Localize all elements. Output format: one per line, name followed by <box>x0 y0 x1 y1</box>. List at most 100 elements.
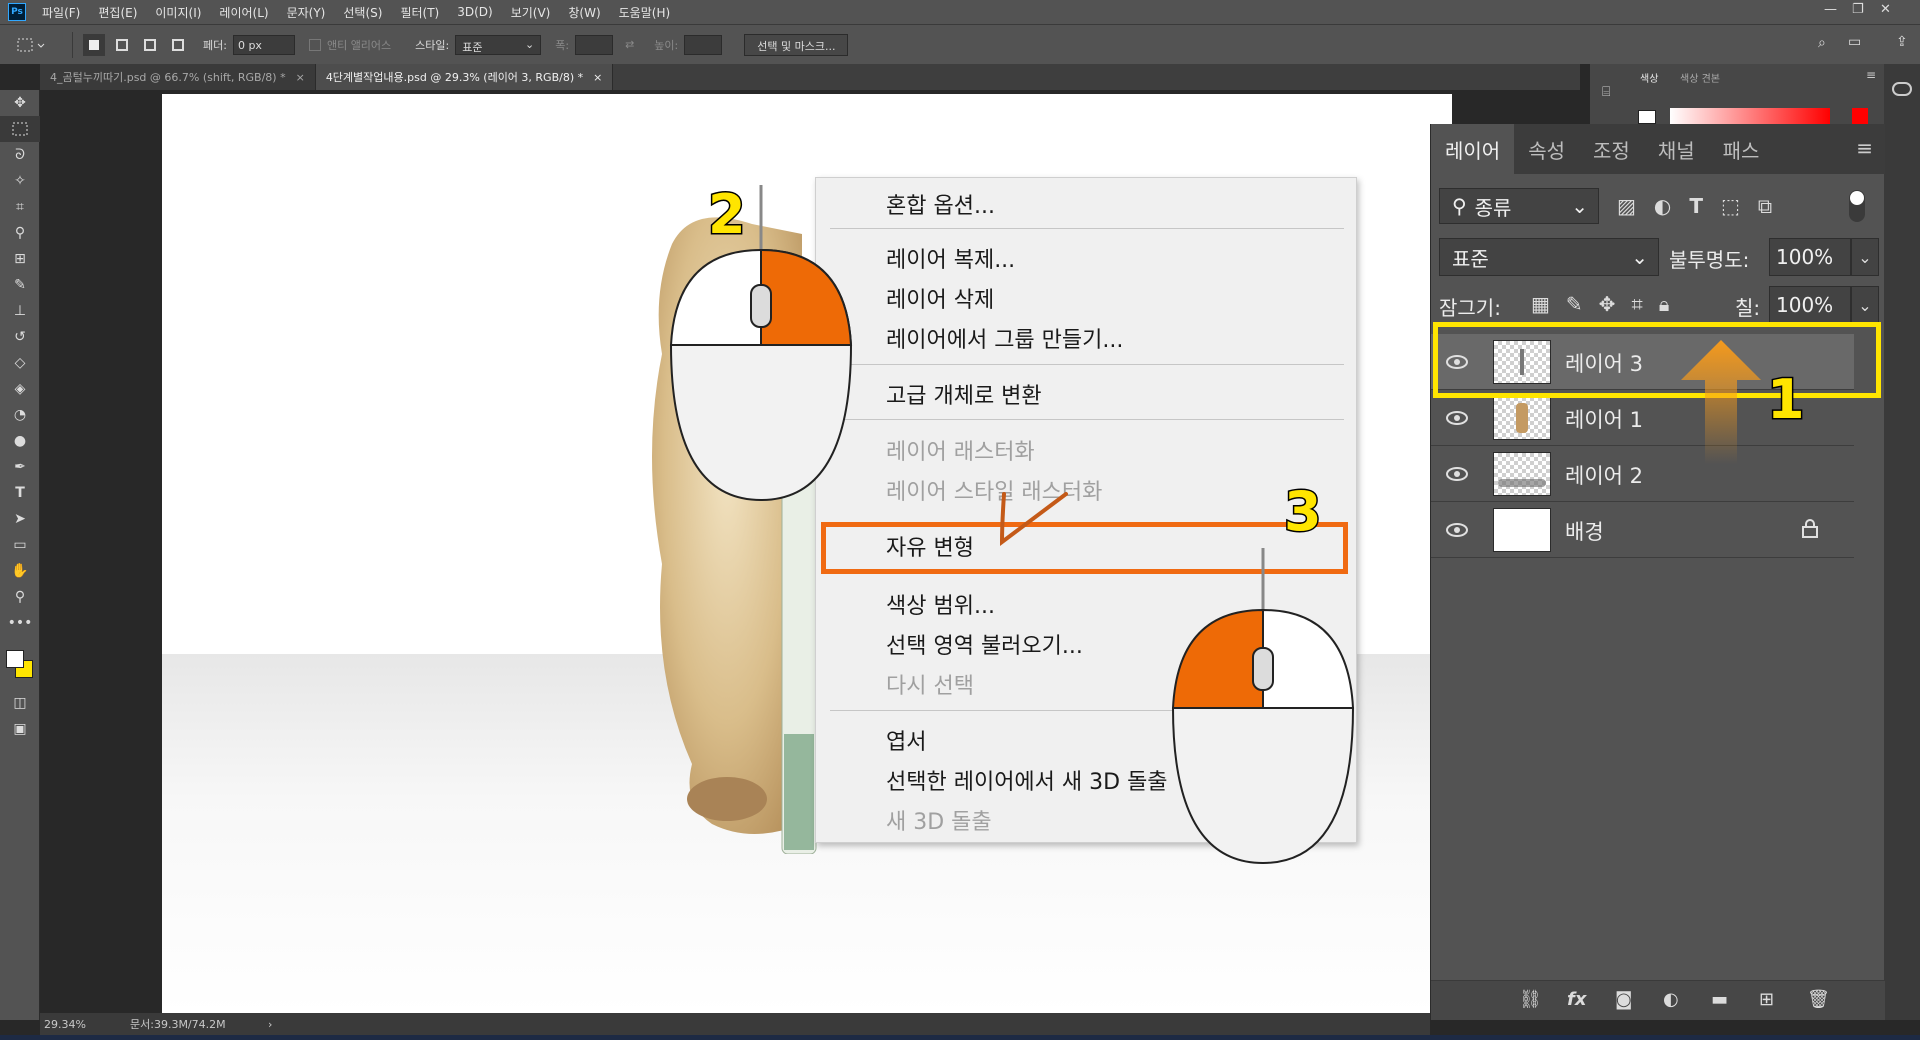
menu-item-group-from-layers[interactable]: 레이어에서 그룹 만들기... <box>886 322 1123 354</box>
intersect-selection-icon[interactable] <box>167 34 189 56</box>
minimize-icon[interactable]: — <box>1824 2 1837 17</box>
menu-type[interactable]: 문자(Y) <box>287 4 326 21</box>
menu-item-convert-smart-object[interactable]: 고급 개체로 변환 <box>886 378 1042 410</box>
visibility-eye-icon[interactable] <box>1445 463 1469 485</box>
tab-document-1[interactable]: 4_곰털누끼따기.psd @ 66.7% (shift, RGB/8) * × <box>40 64 316 90</box>
restore-icon[interactable]: ❐ <box>1852 2 1864 17</box>
menu-view[interactable]: 보기(V) <box>511 4 551 21</box>
panel-menu-icon[interactable]: ≡ <box>1856 136 1873 160</box>
menu-select[interactable]: 선택(S) <box>343 4 382 21</box>
layer-filter-select[interactable]: ⚲ 종류 ⌄ <box>1439 188 1599 224</box>
color-swatches[interactable] <box>0 636 39 690</box>
menu-file[interactable]: 파일(F) <box>42 4 80 21</box>
screen-mode-icon[interactable]: ▣ <box>0 716 40 742</box>
layer-name[interactable]: 레이어 2 <box>1565 460 1643 490</box>
share-icon[interactable]: ⇪ <box>1896 34 1908 50</box>
menu-item-postcard[interactable]: 엽서 <box>886 724 926 756</box>
marquee-tool-preset[interactable] <box>14 31 62 59</box>
filter-pixel-icon[interactable]: ▨ <box>1617 194 1636 218</box>
layer-name[interactable]: 배경 <box>1565 516 1604 546</box>
eraser-icon[interactable]: ◇ <box>0 350 40 376</box>
more-tools-icon[interactable]: ••• <box>0 610 40 636</box>
close-tab-icon[interactable]: × <box>296 71 305 84</box>
menu-3d[interactable]: 3D(D) <box>457 5 492 19</box>
lock-image-icon[interactable]: ✎ <box>1566 292 1583 316</box>
opacity-input[interactable]: 100% <box>1769 238 1851 276</box>
add-selection-icon[interactable] <box>111 34 133 56</box>
fx-icon[interactable]: fx <box>1567 989 1586 1010</box>
learn-panel-icon[interactable] <box>1892 82 1912 96</box>
width-input[interactable] <box>575 34 614 55</box>
color-ramp[interactable] <box>1670 108 1830 124</box>
menu-layer[interactable]: 레이어(L) <box>219 4 268 21</box>
type-tool-icon[interactable]: T <box>0 480 40 506</box>
filter-type-icon[interactable]: T <box>1689 194 1703 218</box>
tab-swatches[interactable]: 색상 견본 <box>1680 70 1720 85</box>
lock-all-icon[interactable]: 🔒︎ <box>1659 292 1670 316</box>
status-menu-arrow[interactable]: › <box>268 1018 272 1031</box>
tab-adjustments[interactable]: 조정 <box>1579 124 1644 174</box>
lock-artboard-icon[interactable]: ⌗ <box>1631 292 1642 316</box>
fill-dropdown-icon[interactable]: ⌄ <box>1851 286 1879 324</box>
menu-item-load-selection[interactable]: 선택 영역 불러오기... <box>886 628 1083 660</box>
delete-layer-icon[interactable]: 🗑︎ <box>1807 989 1830 1010</box>
rectangle-tool-icon[interactable]: ▭ <box>0 532 40 558</box>
workspace-icon[interactable]: ▭ <box>1848 34 1861 50</box>
zoom-tool-icon[interactable]: ⚲ <box>0 584 40 610</box>
menu-item-color-range[interactable]: 색상 범위... <box>886 588 995 620</box>
opacity-dropdown-icon[interactable]: ⌄ <box>1851 238 1879 276</box>
tab-document-2[interactable]: 4단계별작업내용.psd @ 29.3% (레이어 3, RGB/8) * × <box>315 64 614 90</box>
layer-name[interactable]: 레이어 1 <box>1565 404 1643 434</box>
select-and-mask-button[interactable]: 선택 및 마스크... <box>744 33 849 56</box>
history-panel-icon[interactable]: ⌸ <box>1602 84 1610 100</box>
pen-tool-icon[interactable]: ✒ <box>0 454 40 480</box>
quick-mask-icon[interactable]: ◫ <box>0 690 40 716</box>
menu-window[interactable]: 창(W) <box>568 4 600 21</box>
fill-input[interactable]: 100% <box>1769 286 1851 324</box>
tab-properties[interactable]: 속성 <box>1514 124 1579 174</box>
lock-position-icon[interactable]: ✥ <box>1599 292 1616 316</box>
add-mask-icon[interactable]: ◙ <box>1615 989 1632 1010</box>
history-brush-icon[interactable]: ↺ <box>0 324 40 350</box>
visibility-eye-icon[interactable] <box>1445 407 1469 429</box>
healing-brush-icon[interactable]: ⊞ <box>0 246 40 272</box>
path-select-icon[interactable]: ➤ <box>0 506 40 532</box>
feather-input[interactable]: 0 px <box>232 34 295 55</box>
menu-item-blending-options[interactable]: 혼합 옵션... <box>886 188 995 220</box>
tab-layers[interactable]: 레이어 <box>1431 124 1515 174</box>
hand-tool-icon[interactable]: ✋ <box>0 558 40 584</box>
menu-item-duplicate-layer[interactable]: 레이어 복제... <box>886 242 1015 274</box>
lasso-tool-icon[interactable]: ᘐ <box>0 142 40 168</box>
swap-icon[interactable]: ⇄ <box>625 38 634 51</box>
layer-row-layer-2[interactable]: 레이어 2 <box>1431 446 1854 502</box>
new-layer-icon[interactable]: ⊞ <box>1759 989 1774 1010</box>
height-input[interactable] <box>684 34 723 55</box>
menu-item-new-3d-extrusion-from-layer[interactable]: 선택한 레이어에서 새 3D 돌출 <box>886 764 1168 796</box>
menu-image[interactable]: 이미지(I) <box>155 4 201 21</box>
crop-tool-icon[interactable]: ⌗ <box>0 194 40 220</box>
blur-tool-icon[interactable]: ◔ <box>0 402 40 428</box>
panel-menu-icon[interactable]: ≡ <box>1866 68 1876 82</box>
foreground-color[interactable] <box>6 650 24 668</box>
menu-item-delete-layer[interactable]: 레이어 삭제 <box>886 282 994 314</box>
new-group-icon[interactable]: ▬ <box>1711 989 1728 1010</box>
filter-toggle[interactable] <box>1849 190 1865 222</box>
clone-stamp-icon[interactable]: ⊥ <box>0 298 40 324</box>
tab-paths[interactable]: 패스 <box>1709 124 1774 174</box>
filter-smart-object-icon[interactable]: ⧉ <box>1758 194 1772 218</box>
style-select[interactable]: 표준 ⌄ <box>455 34 542 55</box>
link-layers-icon[interactable]: ⛓ <box>1519 989 1542 1010</box>
zoom-level[interactable]: 29.34% <box>44 1018 124 1031</box>
foreground-swatch[interactable] <box>1638 110 1656 124</box>
close-icon[interactable]: ✕ <box>1880 2 1891 17</box>
dodge-tool-icon[interactable]: ● <box>0 428 40 454</box>
tab-color[interactable]: 색상 <box>1640 70 1658 85</box>
menu-filter[interactable]: 필터(T) <box>400 4 439 21</box>
antialias-checkbox[interactable] <box>308 38 321 51</box>
search-icon[interactable]: ⌕ <box>1818 35 1826 51</box>
subtract-selection-icon[interactable] <box>139 34 161 56</box>
filter-adjustment-icon[interactable]: ◐ <box>1654 194 1671 218</box>
blend-mode-select[interactable]: 표준 ⌄ <box>1439 238 1659 276</box>
brush-tool-icon[interactable]: ✎ <box>0 272 40 298</box>
lock-transparent-icon[interactable]: ▦ <box>1531 292 1550 316</box>
